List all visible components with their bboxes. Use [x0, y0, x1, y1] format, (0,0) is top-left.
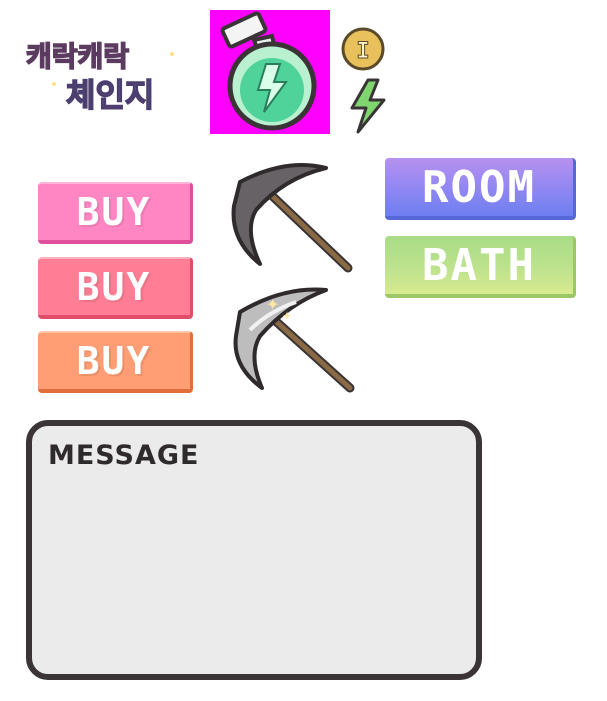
game-logo: 캐락캐락 체인지: [22, 32, 194, 118]
message-title: MESSAGE: [48, 440, 200, 471]
room-button[interactable]: ROOM: [385, 158, 576, 220]
buy-button-1[interactable]: BUY: [38, 182, 193, 244]
logo-line-1: 캐락캐락: [26, 40, 129, 73]
buy-label-3: BUY: [76, 339, 152, 383]
bath-label: BATH: [422, 239, 536, 291]
coin-glyph: I: [356, 39, 369, 64]
svg-text:✦: ✦: [266, 295, 279, 314]
logo-line-2: 체인지: [66, 76, 154, 114]
lightning-icon: [346, 78, 390, 134]
svg-text:✦: ✦: [282, 309, 292, 323]
coin-icon: I: [340, 26, 386, 72]
buy-label-1: BUY: [76, 190, 152, 234]
shiny-pickaxe-icon[interactable]: ✦ ✦: [226, 282, 356, 402]
message-box: MESSAGE: [26, 420, 482, 680]
buy-button-2[interactable]: BUY: [38, 257, 193, 319]
room-label: ROOM: [422, 161, 536, 213]
buy-label-2: BUY: [76, 265, 152, 309]
energy-potion-icon[interactable]: [210, 10, 330, 134]
bath-button[interactable]: BATH: [385, 236, 576, 298]
pickaxe-icon[interactable]: [226, 160, 356, 280]
buy-button-3[interactable]: BUY: [38, 331, 193, 393]
